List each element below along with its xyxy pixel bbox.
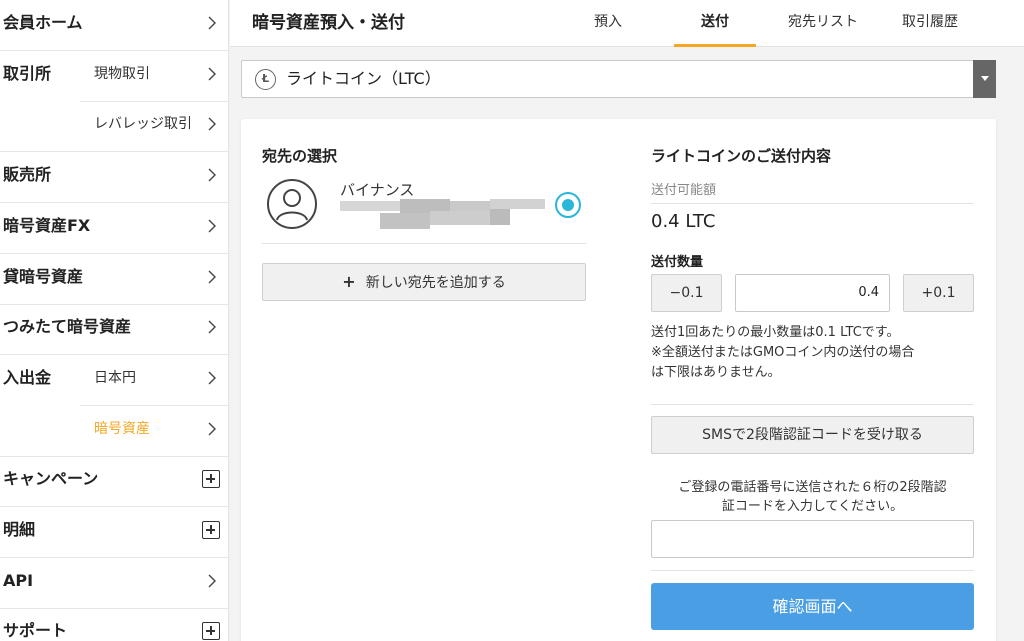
expand-plus-icon[interactable] (202, 470, 220, 489)
sidebar-item-label: API (3, 570, 34, 590)
available-label: 送付可能額 (651, 183, 717, 198)
chevron-right-icon (208, 219, 216, 233)
divider (651, 203, 974, 204)
tab-history[interactable]: 取引履歴 (890, 0, 970, 47)
chevron-right-icon (208, 16, 216, 30)
destination-name: バイナンス (340, 181, 415, 199)
divider (262, 243, 586, 244)
increment-button[interactable]: +0.1 (903, 274, 974, 312)
instruction-line: 証コードを入力してください。 (721, 499, 904, 514)
expand-plus-icon[interactable] (202, 622, 220, 641)
instruction-line: ご登録の電話番号に送信された６桁の2段階認 (678, 480, 947, 495)
sidebar-item[interactable]: 明細 (0, 507, 228, 558)
sidebar-item-label: 貸暗号資産 (3, 266, 84, 286)
sms-code-button[interactable]: SMSで2段階認証コードを受け取る (651, 416, 974, 454)
sidebar-item[interactable]: レバレッジ取引 (0, 101, 228, 153)
quantity-input[interactable]: 0.4 (735, 274, 890, 312)
tab-address-list[interactable]: 宛先リスト (776, 0, 870, 47)
destination-title: 宛先の選択 (262, 147, 338, 165)
currency-select[interactable]: Ł ライトコイン（LTC） (241, 60, 996, 98)
tab-deposit[interactable]: 預入 (578, 0, 638, 47)
dropdown-arrow-icon[interactable] (973, 60, 996, 98)
chevron-right-icon (208, 168, 216, 182)
sidebar-item[interactable]: API (0, 558, 228, 609)
sidebar-subitem-label: 暗号資産 (94, 420, 150, 437)
sidebar-item[interactable]: 販売所 (0, 152, 228, 204)
sidebar-item-label: キャンペーン (3, 469, 99, 489)
sidebar-item[interactable]: 貸暗号資産 (0, 254, 228, 305)
sidebar-item-label: 会員ホーム (3, 13, 83, 32)
add-destination-label: 新しい宛先を追加する (365, 275, 506, 291)
chevron-right-icon (208, 371, 216, 385)
verification-code-input[interactable] (651, 520, 974, 558)
divider (651, 404, 974, 405)
note-line: は下限はありません。 (651, 365, 781, 380)
sidebar-item[interactable]: つみたて暗号資産 (0, 304, 228, 356)
chevron-right-icon (208, 574, 216, 588)
sidebar: 会員ホーム取引所 現物取引レバレッジ取引販売所暗号資産FX 貸暗号資産つみたて暗号資… (0, 0, 229, 641)
add-destination-button[interactable]: + 新しい宛先を追加する (262, 263, 586, 301)
litecoin-icon: Ł (255, 69, 276, 90)
sidebar-item-label: つみたて暗号資産 (3, 317, 132, 337)
currency-label: ライトコイン（LTC） (286, 69, 441, 88)
code-instruction: ご登録の電話番号に送信された６桁の2段階認 証コードを入力してください。 (651, 478, 974, 516)
sidebar-item-label: 明細 (3, 520, 36, 539)
chevron-right-icon (208, 422, 216, 436)
sidebar-item[interactable]: 暗号資産 (0, 406, 228, 457)
chevron-right-icon (208, 67, 216, 81)
sidebar-item-label: 入出金 (3, 367, 52, 387)
quantity-label: 送付数量 (651, 255, 704, 270)
header: 暗号資産預入・送付 預入 送付 宛先リスト 取引履歴 (230, 0, 1024, 47)
sidebar-item[interactable]: 入出金 日本円 (0, 355, 228, 406)
user-avatar-icon (267, 179, 317, 229)
sidebar-subitem-label: 日本円 (94, 369, 136, 386)
sidebar-item-label: 暗号資産FX (3, 215, 91, 235)
note-line: 送付1回あたりの最小数量は0.1 LTCです。 (651, 325, 900, 340)
decrement-button[interactable]: −0.1 (651, 274, 722, 312)
destination-radio[interactable] (555, 192, 581, 218)
plus-icon: + (342, 272, 356, 291)
sidebar-item-label: 取引所 (3, 63, 52, 83)
sidebar-item-label: サポート (3, 621, 68, 641)
chevron-right-icon (208, 320, 216, 334)
chevron-right-icon (208, 270, 216, 283)
chevron-right-icon (208, 117, 216, 131)
sidebar-subitem-label: レバレッジ取引 (94, 116, 192, 133)
sidebar-item[interactable]: 暗号資産FX (0, 203, 228, 254)
note-line: ※全額送付またはGMOコイン内の送付の場合 (651, 345, 915, 360)
page-title: 暗号資産預入・送付 (252, 13, 405, 33)
sidebar-item[interactable]: 取引所 現物取引 (0, 51, 228, 102)
sidebar-item[interactable]: キャンペーン (0, 456, 228, 508)
sidebar-item-label: 販売所 (3, 165, 52, 185)
sidebar-subitem-label: 現物取引 (94, 65, 150, 82)
send-card: 宛先の選択 バイナンス + 新しい宛先を追加する ライトコインのご送付内容 送付可… (241, 119, 996, 641)
tab-send[interactable]: 送付 (674, 0, 756, 47)
available-value: 0.4 LTC (651, 211, 716, 232)
divider (651, 570, 974, 571)
expand-plus-icon[interactable] (202, 521, 220, 539)
send-title: ライトコインのご送付内容 (651, 147, 832, 165)
sidebar-item[interactable]: サポート (0, 608, 228, 641)
blurred-address (340, 199, 545, 231)
sidebar-item[interactable]: 会員ホーム (0, 0, 228, 51)
minimum-note: 送付1回あたりの最小数量は0.1 LTCです。 ※全額送付またはGMOコイン内の… (651, 323, 981, 383)
confirm-button[interactable]: 確認画面へ (651, 583, 974, 630)
